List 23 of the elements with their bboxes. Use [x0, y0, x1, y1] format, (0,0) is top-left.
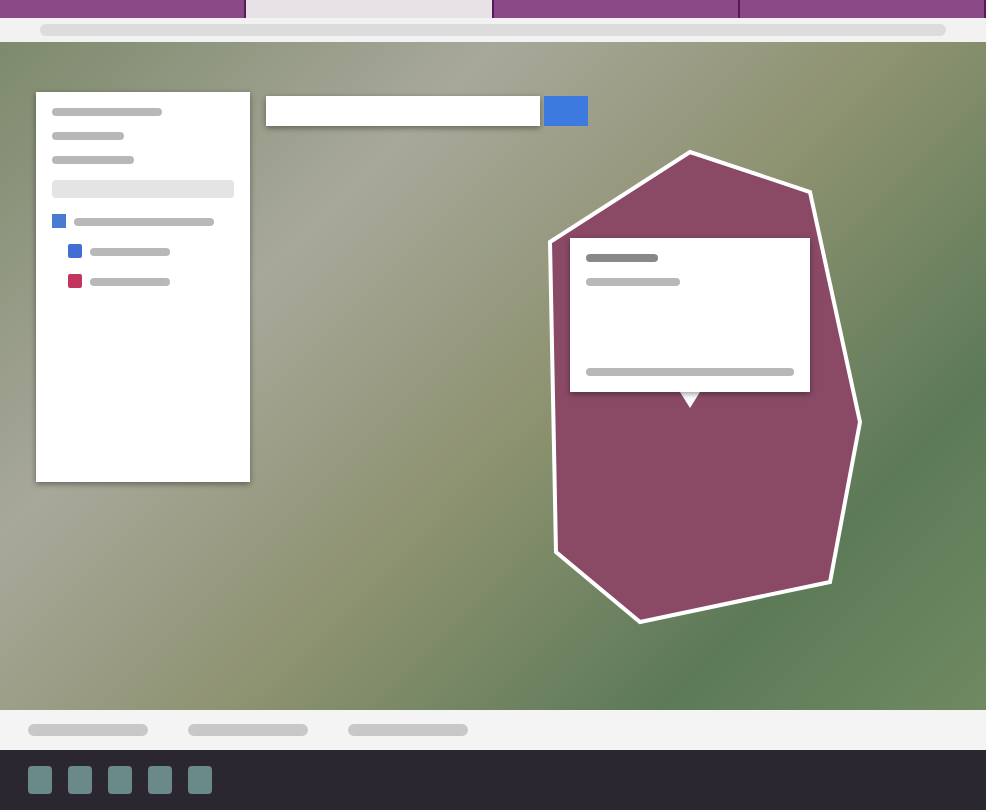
blurred-label	[74, 217, 214, 225]
blurred-label	[90, 247, 170, 255]
search-button[interactable]	[544, 96, 588, 126]
blurred-label	[52, 108, 162, 116]
browser-tab[interactable]	[0, 0, 247, 18]
blurred-label	[52, 132, 125, 140]
blurred-label	[586, 254, 659, 262]
layer-checkbox[interactable]	[52, 214, 66, 228]
download-item[interactable]	[348, 724, 468, 736]
taskbar-app-icon[interactable]	[148, 766, 172, 794]
download-item[interactable]	[28, 724, 148, 736]
taskbar-app-icon[interactable]	[68, 766, 92, 794]
blurred-label	[90, 277, 170, 285]
download-item[interactable]	[188, 724, 308, 736]
browser-tab[interactable]	[246, 0, 493, 18]
taskbar-app-icon[interactable]	[188, 766, 212, 794]
blurred-label	[586, 278, 680, 286]
blurred-label	[52, 156, 134, 164]
taskbar-app-icon[interactable]	[28, 766, 52, 794]
search-field[interactable]	[266, 96, 540, 126]
taskbar-app-icon[interactable]	[108, 766, 132, 794]
browser-tab[interactable]	[493, 0, 740, 18]
browser-tab[interactable]	[739, 0, 986, 18]
